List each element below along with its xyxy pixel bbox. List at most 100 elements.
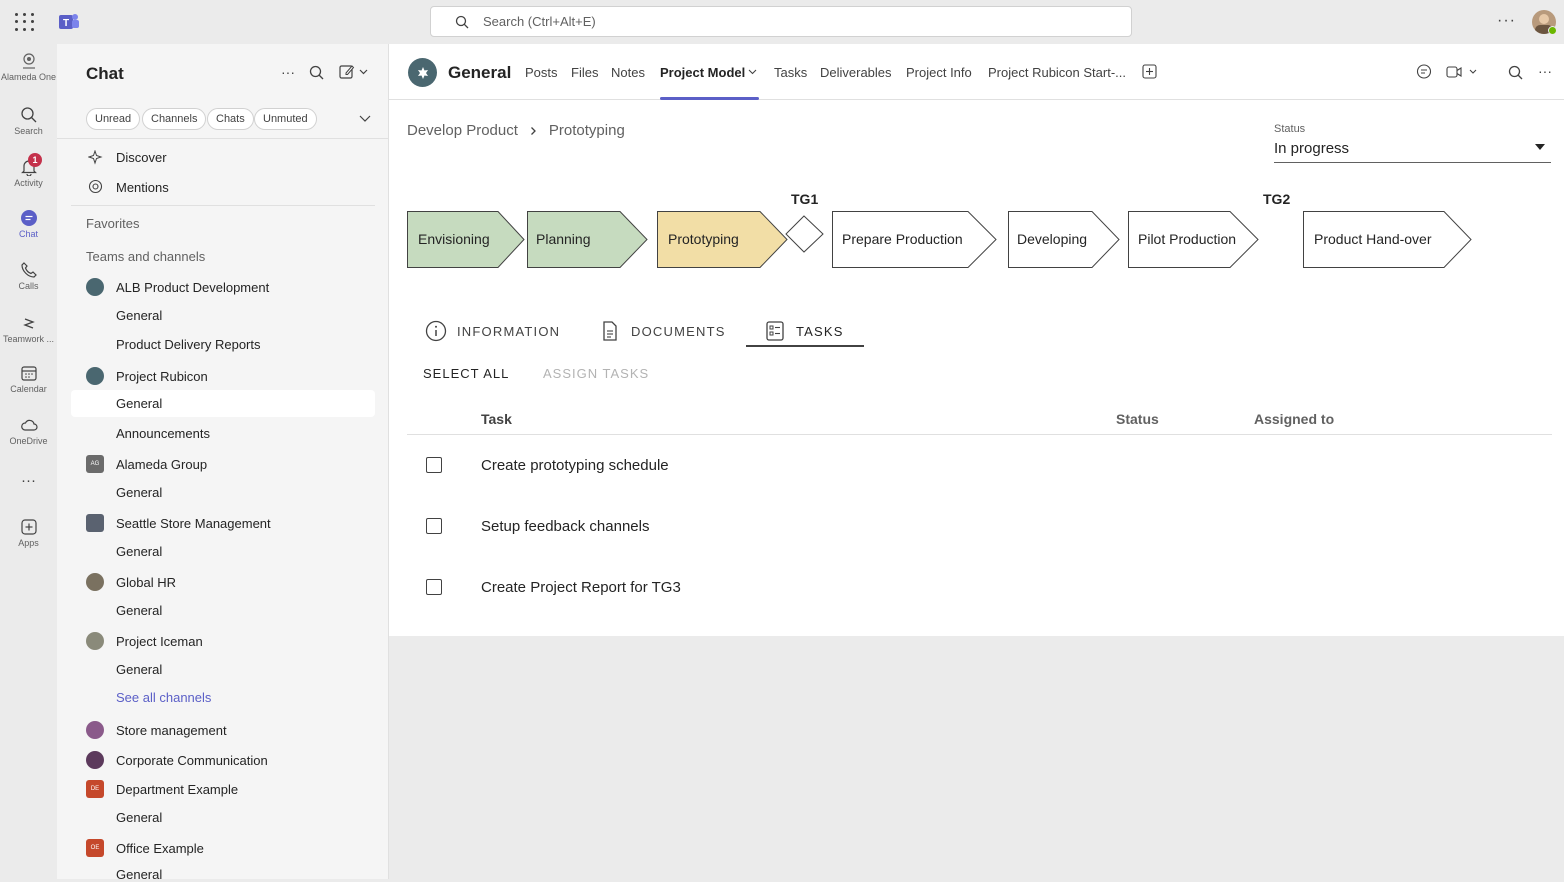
tab-deliverables[interactable]: Deliverables	[820, 65, 892, 80]
rail-alameda-one[interactable]: Alameda One	[0, 52, 57, 82]
breadcrumb-develop-product[interactable]: Develop Product	[407, 122, 518, 139]
team-alameda-group[interactable]: Alameda Group	[116, 457, 207, 472]
team-corporate-communication[interactable]: Corporate Communication	[116, 753, 268, 768]
team-project-iceman[interactable]: Project Iceman	[116, 634, 203, 649]
channel-general[interactable]: General	[116, 308, 162, 323]
phase-envisioning[interactable]: Envisioning	[407, 211, 525, 268]
rail-chat[interactable]: Chat	[0, 209, 57, 239]
org-icon	[22, 53, 35, 69]
phase-prototyping[interactable]: Prototyping	[657, 211, 788, 268]
sidebar-item-mentions[interactable]: Mentions	[116, 180, 169, 195]
filter-channels[interactable]: Channels	[142, 108, 207, 130]
sidebar-item-discover[interactable]: Discover	[116, 150, 167, 165]
tab-tasks[interactable]: Tasks	[774, 65, 807, 80]
rail-calendar[interactable]: Calendar	[0, 364, 57, 394]
column-assigned-to: Assigned to	[1254, 411, 1335, 427]
divider	[71, 205, 375, 206]
search-input[interactable]	[483, 14, 883, 29]
rail-calls[interactable]: Calls	[0, 261, 57, 291]
tab-posts[interactable]: Posts	[525, 65, 558, 80]
svg-text:T: T	[63, 18, 69, 29]
rail-search[interactable]: Search	[0, 106, 57, 136]
compose-icon[interactable]	[339, 64, 369, 80]
favorites-heading[interactable]: Favorites	[86, 216, 139, 231]
info-icon	[425, 320, 447, 342]
sidebar-search-icon[interactable]	[309, 65, 324, 80]
team-avatar-icon: OE	[86, 839, 104, 857]
rail-teamwork[interactable]: Teamwork ...	[0, 314, 57, 344]
table-row[interactable]: Create Project Report for TG3	[481, 579, 681, 596]
chevron-down-icon[interactable]	[748, 69, 757, 75]
chevron-down-icon[interactable]	[359, 115, 371, 123]
panel-tab-documents[interactable]: DOCUMENTS	[599, 314, 726, 348]
search-icon[interactable]	[1508, 65, 1523, 80]
channel-general[interactable]: General	[116, 544, 162, 559]
task-checkbox[interactable]	[426, 457, 442, 473]
teams-heading[interactable]: Teams and channels	[86, 249, 205, 264]
status-dropdown[interactable]: In progress	[1274, 140, 1349, 157]
channel-general[interactable]: General	[116, 603, 162, 618]
rail-label: Apps	[18, 538, 39, 548]
add-tab-icon[interactable]	[1142, 64, 1157, 79]
caret-down-icon[interactable]	[1535, 144, 1545, 150]
phase-planning[interactable]: Planning	[527, 211, 648, 268]
more-options-icon[interactable]: ···	[1497, 12, 1516, 30]
rail-label: Activity	[14, 178, 43, 188]
filter-chats[interactable]: Chats	[207, 108, 254, 130]
chevron-right-icon	[530, 126, 536, 135]
tab-project-info[interactable]: Project Info	[906, 65, 972, 80]
status-label: Status	[1274, 123, 1306, 135]
channel-general[interactable]: General	[116, 810, 162, 825]
channel-announcements[interactable]: Announcements	[116, 426, 210, 441]
tab-files[interactable]: Files	[571, 65, 598, 80]
channel-product-delivery-reports[interactable]: Product Delivery Reports	[116, 337, 261, 352]
search-box[interactable]	[430, 6, 1132, 37]
rail-onedrive[interactable]: OneDrive	[0, 416, 57, 446]
panel-tab-tasks[interactable]: TASKS	[764, 314, 844, 348]
calendar-icon	[20, 366, 37, 381]
sidebar-more-icon[interactable]: ···	[281, 64, 295, 80]
table-row[interactable]: Setup feedback channels	[481, 518, 649, 535]
team-avatar-icon: AG	[86, 455, 104, 473]
channel-general[interactable]: General	[116, 662, 162, 677]
video-call-icon[interactable]	[1446, 65, 1480, 79]
table-row[interactable]: Create prototyping schedule	[481, 457, 669, 474]
phase-prepare-production[interactable]: Prepare Production	[832, 211, 997, 268]
phase-developing[interactable]: Developing	[1008, 211, 1120, 268]
task-checkbox[interactable]	[426, 518, 442, 534]
app-launcher-icon[interactable]	[14, 12, 34, 32]
conversation-icon[interactable]	[1416, 64, 1432, 80]
tab-project-rubicon-start[interactable]: Project Rubicon Start-...	[988, 65, 1126, 80]
rail-apps[interactable]: Apps	[0, 518, 57, 548]
phase-pilot-production[interactable]: Pilot Production	[1128, 211, 1259, 268]
channel-general[interactable]: General	[116, 867, 162, 882]
channel-general[interactable]: General	[116, 485, 162, 500]
rail-more-icon[interactable]: ···	[0, 472, 57, 489]
tab-notes[interactable]: Notes	[611, 65, 645, 80]
team-office-example[interactable]: Office Example	[116, 841, 204, 856]
team-seattle-store-management[interactable]: Seattle Store Management	[116, 516, 271, 531]
filter-unmuted[interactable]: Unmuted	[254, 108, 317, 130]
task-checkbox[interactable]	[426, 579, 442, 595]
phase-product-hand-over[interactable]: Product Hand-over	[1303, 211, 1472, 268]
rail-label: Calendar	[10, 384, 47, 394]
team-global-hr[interactable]: Global HR	[116, 575, 176, 590]
team-avatar-icon	[86, 278, 104, 296]
phone-icon	[20, 262, 37, 278]
sidebar-title: Chat	[86, 64, 124, 83]
see-all-channels-link[interactable]: See all channels	[116, 690, 211, 705]
assign-tasks-button[interactable]: ASSIGN TASKS	[543, 366, 649, 381]
tab-project-model[interactable]: Project Model	[660, 65, 745, 80]
team-alb-product-development[interactable]: ALB Product Development	[116, 280, 269, 295]
team-avatar-icon: DE	[86, 780, 104, 798]
select-all-button[interactable]: SELECT ALL	[423, 366, 509, 381]
channel-general-selected[interactable]: General	[116, 396, 162, 411]
panel-tab-information[interactable]: INFORMATION	[425, 314, 560, 348]
channel-name: General	[448, 63, 512, 82]
team-project-rubicon[interactable]: Project Rubicon	[116, 369, 208, 384]
team-department-example[interactable]: Department Example	[116, 782, 238, 797]
more-options-icon[interactable]: ···	[1538, 63, 1552, 79]
app-rail: Alameda One Search Activity Chat Calls T…	[0, 44, 57, 879]
filter-unread[interactable]: Unread	[86, 108, 141, 130]
team-store-management[interactable]: Store management	[116, 723, 227, 738]
